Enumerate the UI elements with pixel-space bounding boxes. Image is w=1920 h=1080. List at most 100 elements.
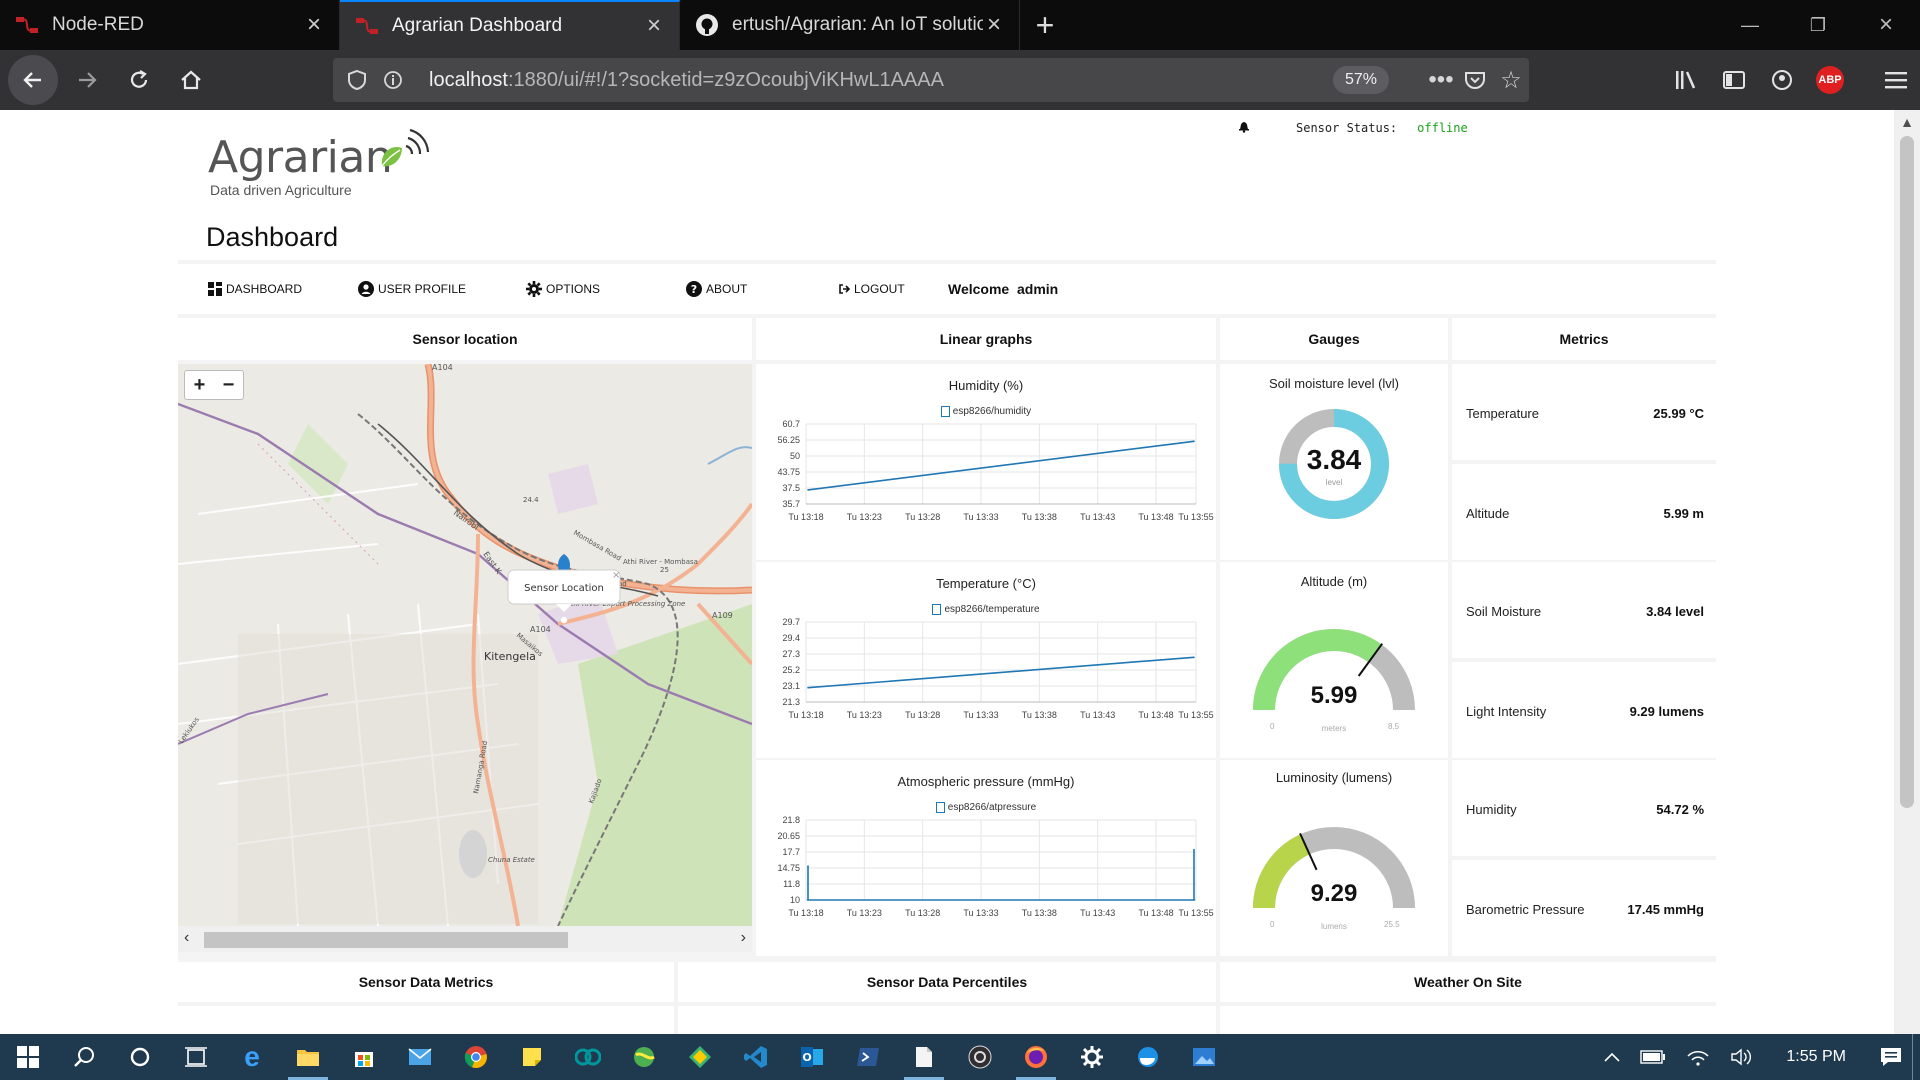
windows-start-icon[interactable] [0, 1034, 56, 1080]
search-icon[interactable] [56, 1034, 112, 1080]
cortana-icon[interactable] [112, 1034, 168, 1080]
column-header-metrics: Metrics [1452, 318, 1716, 360]
tab-node-red[interactable]: Node-RED × [0, 0, 340, 50]
browser-nav-bar: localhost:1880/ui/#!/1?socketid=z9zOcoub… [0, 50, 1920, 110]
question-circle-icon: ? [686, 281, 702, 297]
address-bar[interactable]: localhost:1880/ui/#!/1?socketid=z9zOcoub… [333, 58, 1529, 102]
more-actions-icon[interactable]: ••• [1423, 58, 1459, 102]
metric-label: Soil Moisture [1466, 604, 1542, 619]
arduino-icon[interactable] [560, 1034, 616, 1080]
info-icon[interactable] [375, 58, 411, 102]
sensor-status: Sensor Status: offline [1238, 120, 1468, 136]
metric-value: 54.72 % [1656, 802, 1704, 817]
wifi-icon[interactable] [1676, 1034, 1720, 1080]
map-label: 25 [660, 566, 669, 574]
page-vertical-scrollbar[interactable]: ▲ [1894, 110, 1920, 1034]
sensor-location-map[interactable]: A104 A104 A109 Kitengela Nairobi East K … [178, 364, 752, 926]
sidebar-icon[interactable] [1710, 56, 1758, 104]
minimize-icon[interactable]: — [1716, 0, 1784, 50]
menu-dashboard[interactable]: DASHBOARD [208, 264, 302, 314]
map-tiles[interactable]: A104 A104 A109 Kitengela Nairobi East K … [178, 364, 752, 926]
firefox-icon[interactable] [1008, 1034, 1064, 1080]
y-tick-label: 25.2 [782, 665, 800, 675]
zoom-in-button[interactable]: + [185, 371, 214, 399]
x-tick-label: Tu 13:23 [847, 512, 882, 522]
browser-tab-bar: Node-RED × Agrarian Dashboard × ertush/A… [0, 0, 1920, 50]
notepad-icon[interactable] [896, 1034, 952, 1080]
menu-logout[interactable]: LOGOUT [838, 264, 905, 314]
series-line [807, 440, 1195, 491]
battery-icon[interactable] [1630, 1034, 1676, 1080]
forward-arrow-icon[interactable] [64, 57, 110, 103]
photos-icon[interactable] [1176, 1034, 1232, 1080]
gauge-unit: level [1325, 478, 1343, 487]
powershell-icon[interactable] [840, 1034, 896, 1080]
y-tick-label: 21.8 [782, 815, 800, 825]
zoom-out-button[interactable]: − [214, 371, 243, 399]
scrollbar-thumb[interactable] [204, 932, 568, 948]
x-tick-label: Tu 13:28 [905, 908, 940, 918]
close-icon[interactable]: × [643, 12, 665, 40]
window-controls: — ❐ × [1716, 0, 1920, 50]
column-header-sensor-data-metrics: Sensor Data Metrics [178, 962, 674, 1002]
app-globe-icon[interactable] [616, 1034, 672, 1080]
dashboard-menu: DASHBOARD USER PROFILE OPTIONS ? ABOUT L… [178, 264, 1716, 314]
pressure-line-chart: 21.8 20.65 17.7 14.75 11.8 10 Tu 13:18 Tu 13:23… [777, 815, 1213, 918]
git-kraken-icon[interactable] [672, 1034, 728, 1080]
map-horizontal-scrollbar[interactable]: ‹ › [178, 926, 752, 952]
account-icon[interactable] [1758, 56, 1806, 104]
bell-icon[interactable] [1238, 120, 1250, 136]
chevron-up-icon[interactable] [1594, 1034, 1630, 1080]
adblock-plus-icon[interactable]: ABP [1816, 66, 1844, 94]
clock-time[interactable]: 1:55 PM [1762, 1034, 1870, 1080]
shield-icon[interactable] [339, 58, 375, 102]
reload-icon[interactable] [116, 57, 162, 103]
zoom-level-badge[interactable]: 57% [1332, 66, 1389, 94]
new-tab-button[interactable]: + [1020, 0, 1070, 50]
metric-label: Altitude [1466, 506, 1510, 521]
show-desktop-button[interactable] [1912, 1034, 1920, 1080]
docker-icon[interactable] [1120, 1034, 1176, 1080]
settings-gear-icon[interactable] [1064, 1034, 1120, 1080]
map-label: Chuna Estate [488, 856, 535, 864]
scroll-up-icon[interactable]: ▲ [1894, 114, 1920, 130]
pocket-icon[interactable] [1457, 58, 1493, 102]
page-viewport: Agrarian Data driven Agriculture Dashboa… [0, 110, 1894, 1034]
tab-agrarian-dashboard[interactable]: Agrarian Dashboard × [340, 0, 680, 50]
restore-icon[interactable]: ❐ [1784, 0, 1852, 50]
mail-icon[interactable] [392, 1034, 448, 1080]
brand-logo-text: Agrarian [208, 132, 393, 183]
task-view-icon[interactable] [168, 1034, 224, 1080]
metric-value: 25.99 °C [1653, 406, 1704, 421]
menu-user-profile[interactable]: USER PROFILE [358, 264, 466, 314]
back-arrow-icon[interactable] [8, 55, 58, 105]
menu-options[interactable]: OPTIONS [526, 264, 600, 314]
home-icon[interactable] [168, 57, 214, 103]
popup-close-icon[interactable]: × [612, 570, 620, 581]
obs-icon[interactable] [952, 1034, 1008, 1080]
scrollbar-thumb[interactable] [1900, 136, 1914, 808]
bookmark-star-icon[interactable]: ☆ [1493, 58, 1529, 102]
x-tick-label: Tu 13:28 [905, 512, 940, 522]
edge-icon[interactable]: e [224, 1034, 280, 1080]
sticky-notes-icon[interactable] [504, 1034, 560, 1080]
x-tick-label: Tu 13:55 [1178, 908, 1213, 918]
hamburger-menu-icon[interactable] [1872, 56, 1920, 104]
scroll-left-icon[interactable]: ‹ [184, 929, 189, 947]
file-explorer-icon[interactable] [280, 1034, 336, 1080]
close-icon[interactable]: × [303, 11, 325, 39]
scroll-right-icon[interactable]: › [741, 929, 746, 947]
notifications-icon[interactable] [1870, 1034, 1912, 1080]
outlook-icon[interactable]: O [784, 1034, 840, 1080]
close-icon[interactable]: × [983, 11, 1005, 39]
tab-github[interactable]: ertush/Agrarian: An IoT solutio × [680, 0, 1020, 50]
column-header-map: Sensor location [178, 318, 752, 360]
chrome-icon[interactable] [448, 1034, 504, 1080]
vscode-icon[interactable] [728, 1034, 784, 1080]
volume-icon[interactable] [1720, 1034, 1762, 1080]
library-icon[interactable] [1662, 56, 1710, 104]
sensor-status-value: offline [1417, 121, 1468, 135]
menu-about[interactable]: ? ABOUT [686, 264, 747, 314]
store-icon[interactable] [336, 1034, 392, 1080]
close-window-icon[interactable]: × [1852, 0, 1920, 50]
